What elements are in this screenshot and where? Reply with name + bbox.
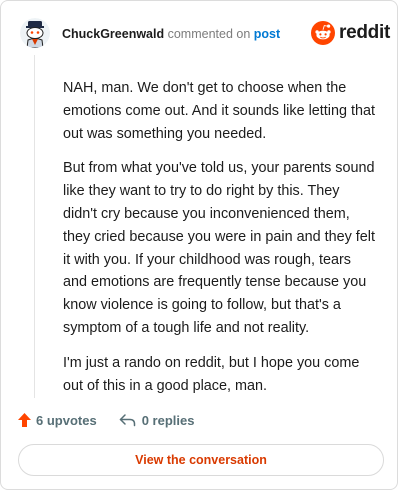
avatar[interactable]: [20, 18, 50, 48]
view-conversation-label: View the conversation: [135, 453, 267, 467]
comment-body: NAH, man. We don't get to choose when th…: [63, 77, 375, 409]
comment-paragraph: NAH, man. We don't get to choose when th…: [63, 80, 375, 142]
reddit-logo-icon: [311, 21, 335, 45]
view-conversation-button[interactable]: View the conversation: [18, 444, 384, 476]
reddit-wordmark: reddit: [339, 22, 390, 43]
reply-arrow-icon: [119, 414, 135, 427]
comment-actions: 6 upvotes 0 replies: [17, 409, 194, 431]
upvote-button[interactable]: 6 upvotes: [17, 412, 97, 428]
reddit-brand[interactable]: reddit: [311, 21, 390, 45]
upvote-count: 6 upvotes: [36, 412, 97, 428]
replies-button[interactable]: 0 replies: [97, 412, 195, 428]
post-link[interactable]: post: [254, 27, 280, 41]
comment-paragraph: I'm just a rando on reddit, but I hope y…: [63, 354, 360, 394]
upvote-arrow-icon: [18, 413, 31, 427]
snoo-avatar-icon: [20, 18, 50, 48]
comment-header: ChuckGreenwald commented on post: [62, 27, 280, 41]
thread-line[interactable]: [34, 55, 35, 398]
username-link[interactable]: ChuckGreenwald: [62, 27, 164, 41]
reply-count: 0 replies: [141, 412, 195, 428]
comment-card: ChuckGreenwald commented on post reddit …: [0, 0, 398, 490]
comment-paragraph: But from what you've told us, your paren…: [63, 160, 375, 336]
comment-action-text: commented on: [167, 27, 251, 41]
